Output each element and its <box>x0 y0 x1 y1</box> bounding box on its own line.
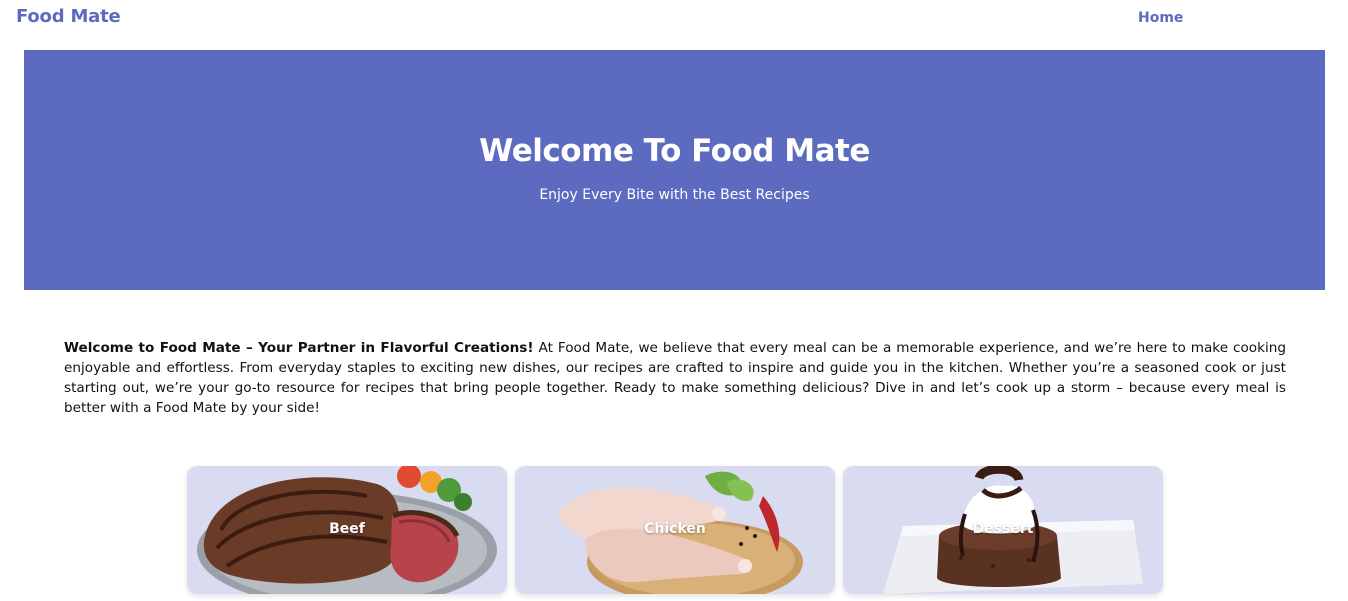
intro-paragraph: Welcome to Food Mate – Your Partner in F… <box>64 338 1286 418</box>
category-label-dessert: Dessert <box>972 521 1034 537</box>
top-navbar: Food Mate Home <box>0 0 1348 36</box>
category-card-dessert[interactable]: Dessert <box>843 466 1163 594</box>
category-label-beef: Beef <box>329 521 365 537</box>
hero-title: Welcome To Food Mate <box>479 133 870 169</box>
category-card-chicken[interactable]: Chicken <box>515 466 835 594</box>
nav-link-home[interactable]: Home <box>1138 10 1183 26</box>
hero-subtitle: Enjoy Every Bite with the Best Recipes <box>539 187 810 203</box>
hero-banner: Welcome To Food Mate Enjoy Every Bite wi… <box>24 50 1325 290</box>
brand-logo-link[interactable]: Food Mate <box>16 6 121 27</box>
category-label-chicken: Chicken <box>644 521 706 537</box>
intro-lead: Welcome to Food Mate – Your Partner in F… <box>64 340 534 356</box>
category-cards: Beef Chicken Dessert <box>187 466 1163 594</box>
category-card-beef[interactable]: Beef <box>187 466 507 594</box>
